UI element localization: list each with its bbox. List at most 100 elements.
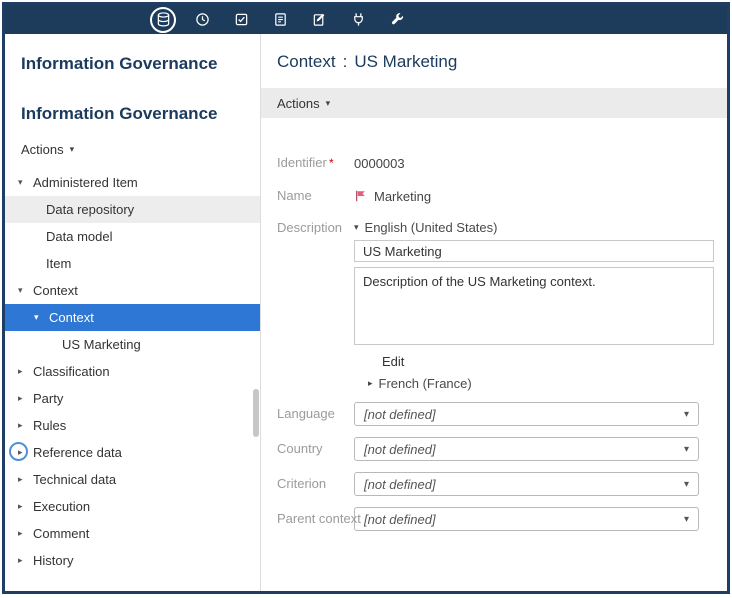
field-label: Criterion [277,474,354,494]
chevron-right-icon[interactable]: ▸ [18,528,33,539]
field-label: Parent context [277,509,354,529]
tree-item-label: History [33,553,73,568]
chevron-right-icon[interactable]: ▸ [18,366,33,377]
chevron-right-icon[interactable]: ▸ [18,501,33,512]
tree-item-administered-item[interactable]: ▾ Administered Item [5,169,260,196]
form-row-criterion: Criterion [not defined] ▾ [277,472,711,496]
tree-item-label: Technical data [33,472,116,487]
identifier-value: 0000003 [354,156,405,171]
app-window: Information Governance Information Gover… [2,2,730,594]
tree-item-party[interactable]: ▸ Party [5,385,260,412]
tree-item-execution[interactable]: ▸ Execution [5,493,260,520]
edit-link[interactable]: Edit [382,354,404,369]
chevron-down-icon[interactable]: ▾ [18,285,33,296]
context-form: Identifier* 0000003 Name Marketing Descr… [261,118,727,531]
field-label: Identifier* [277,153,354,173]
tree-item-classification[interactable]: ▸ Classification [5,358,260,385]
flag-icon [354,189,368,203]
chevron-down-icon[interactable]: ▾ [34,312,49,323]
locale-english-toggle[interactable]: ▾ English (United States) [354,220,497,235]
criterion-dropdown-value: [not defined] [364,477,436,492]
tree-item-comment[interactable]: ▸ Comment [5,520,260,547]
tree-item-label: Item [46,256,71,271]
tree-item-label: Execution [33,499,90,514]
field-label: Description [277,218,354,238]
toolbar [5,5,727,34]
tree-item-technical-data[interactable]: ▸ Technical data [5,466,260,493]
page-title: Context: US Marketing [277,52,727,72]
chevron-right-icon[interactable]: ▸ [18,447,33,458]
main-actions-label: Actions [277,96,320,111]
name-value: Marketing [354,189,431,204]
tree-item-label: Context [49,310,94,325]
locale-english-label: English (United States) [365,220,498,235]
chevron-down-icon: ▾ [684,514,689,525]
tree-item-label: Reference data [33,445,122,460]
tree-item-us-marketing[interactable]: US Marketing [5,331,260,358]
field-label: Country [277,439,354,459]
chevron-down-icon: ▾ [70,144,75,155]
tree-item-history[interactable]: ▸ History [5,547,260,574]
country-dropdown[interactable]: [not defined] ▾ [354,437,699,461]
criterion-dropdown[interactable]: [not defined] ▾ [354,472,699,496]
chevron-down-icon[interactable]: ▾ [18,177,33,188]
plug-icon[interactable] [350,12,366,28]
tree-item-data-repository[interactable]: Data repository [5,196,260,223]
tree-item-label: Comment [33,526,89,541]
language-dropdown-value: [not defined] [364,407,436,422]
tree-item-label: Data repository [46,202,134,217]
parent-context-dropdown-value: [not defined] [364,512,436,527]
chevron-down-icon: ▾ [326,98,331,109]
tree-item-label: Context [33,283,78,298]
clock-icon[interactable] [194,12,210,28]
tree-item-item[interactable]: Item [5,250,260,277]
tree-item-context[interactable]: ▾ Context [5,277,260,304]
edit-document-icon[interactable] [311,12,327,28]
form-row-identifier: Identifier* 0000003 [277,152,711,174]
sidebar-scrollbar-thumb[interactable] [253,389,259,437]
chevron-down-icon: ▾ [684,479,689,490]
page-title-separator: : [343,52,348,71]
tree-item-reference-data[interactable]: ▸ Reference data [5,439,260,466]
chevron-right-icon[interactable]: ▸ [18,474,33,485]
tree-item-label: Classification [33,364,110,379]
checkbox-icon[interactable] [233,12,249,28]
tree-item-label: Party [33,391,63,406]
tree-item-label: US Marketing [62,337,141,352]
description-title-input[interactable] [354,240,714,262]
wrench-icon[interactable] [389,12,405,28]
description-block: ▾ English (United States) Description of… [354,218,714,391]
form-row-description: Description ▾ English (United States) De… [277,218,711,391]
tree-item-label: Rules [33,418,66,433]
main-actions-button[interactable]: Actions ▾ [261,88,727,118]
page-title-type: Context [277,52,336,71]
chevron-down-icon: ▾ [354,222,359,233]
tree-item-label: Data model [46,229,112,244]
form-row-country: Country [not defined] ▾ [277,437,711,461]
tree-item-context-selected[interactable]: ▾ Context [5,304,260,331]
description-text-area[interactable]: Description of the US Marketing context. [354,267,714,345]
locale-french-toggle[interactable]: ▸ French (France) [368,376,714,391]
chevron-down-icon: ▾ [684,444,689,455]
chevron-right-icon[interactable]: ▸ [18,555,33,566]
panel-title: Information Governance [21,104,260,124]
form-row-name: Name Marketing [277,185,711,207]
chevron-right-icon[interactable]: ▸ [18,420,33,431]
main-panel: Context: US Marketing Actions ▾ Identifie… [261,34,727,591]
page-title-object: US Marketing [354,52,457,71]
sidebar: Information Governance Information Gover… [5,34,261,591]
tree-item-data-model[interactable]: Data model [5,223,260,250]
app-title: Information Governance [21,54,260,74]
notes-icon[interactable] [272,12,288,28]
parent-context-dropdown[interactable]: [not defined] ▾ [354,507,699,531]
form-row-parent-context: Parent context [not defined] ▾ [277,507,711,531]
field-label: Language [277,404,354,424]
sidebar-actions-button[interactable]: Actions ▾ [21,142,74,157]
language-dropdown[interactable]: [not defined] ▾ [354,402,699,426]
sidebar-actions-label: Actions [21,142,64,157]
chevron-right-icon[interactable]: ▸ [18,393,33,404]
chevron-right-icon: ▸ [368,378,373,389]
locale-french-label: French (France) [379,376,472,391]
database-icon[interactable] [155,12,171,28]
tree-item-rules[interactable]: ▸ Rules [5,412,260,439]
